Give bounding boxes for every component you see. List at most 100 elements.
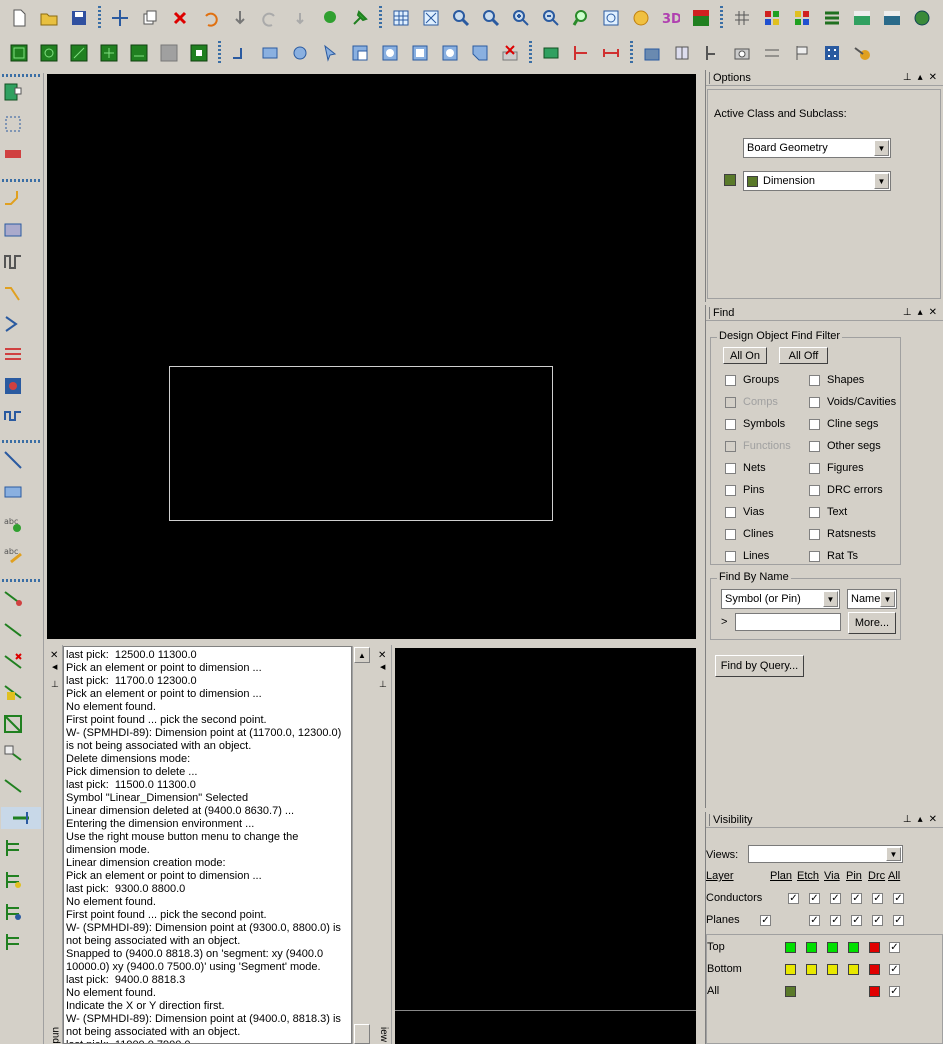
scroll-thumb[interactable] [354, 1024, 370, 1044]
delete-icon[interactable] [169, 7, 191, 29]
color-swatch[interactable] [806, 964, 817, 975]
shape-icon[interactable] [439, 42, 461, 64]
edit-text-icon[interactable]: abc [2, 543, 24, 565]
color-swatch[interactable] [806, 942, 817, 953]
rect-icon[interactable] [259, 42, 281, 64]
chevron-left-icon[interactable]: ◀ [380, 663, 385, 671]
dim-12-icon[interactable] [2, 931, 24, 953]
find-filter-vias[interactable]: Vias [725, 506, 764, 518]
checkbox[interactable] [725, 462, 736, 474]
close-icon[interactable]: ✕ [929, 307, 937, 318]
cm-icon[interactable] [821, 7, 843, 29]
odb-icon[interactable] [641, 42, 663, 64]
checkbox[interactable] [809, 550, 820, 562]
pin-icon[interactable]: ⊥ [51, 679, 59, 690]
dim-10-icon[interactable] [2, 869, 24, 891]
collapse-icon[interactable]: ▴ [918, 72, 923, 83]
plan-header[interactable]: Plan [770, 870, 792, 882]
zoom-points-icon[interactable] [450, 7, 472, 29]
chevron-left-icon[interactable]: ◀ [52, 663, 57, 671]
route-grid-icon[interactable] [2, 375, 24, 397]
route-icon[interactable] [2, 187, 24, 209]
refresh-icon[interactable] [630, 7, 652, 29]
3d-icon[interactable]: 3D [660, 7, 682, 29]
dim-8-icon[interactable] [1, 807, 41, 829]
worldview-tab-label[interactable]: iew [378, 1027, 389, 1042]
dim-7-icon[interactable] [2, 775, 24, 797]
dim-4-icon[interactable] [2, 681, 24, 703]
find-filter-clines[interactable]: Clines [725, 528, 774, 540]
visibility-checkbox[interactable]: ✓ [851, 893, 862, 904]
color-swatch[interactable] [827, 942, 838, 953]
find-filter-groups[interactable]: Groups [725, 374, 779, 386]
visibility-checkbox[interactable]: ✓ [872, 893, 883, 904]
checkbox[interactable] [809, 418, 820, 430]
find-filter-cline-segs[interactable]: Cline segs [809, 418, 878, 430]
pin-icon[interactable]: ⊥ [379, 679, 387, 690]
color-swatch[interactable] [869, 986, 880, 997]
color-swatch[interactable] [785, 942, 796, 953]
all-on-button[interactable]: All On [723, 347, 767, 364]
zoom-in-2-icon[interactable] [510, 7, 532, 29]
square-icon[interactable] [409, 42, 431, 64]
pin-icon[interactable]: ⊥ [903, 307, 912, 318]
board-3-icon[interactable] [68, 42, 90, 64]
checkbox[interactable] [725, 528, 736, 540]
chevron-down-icon[interactable]: ▼ [880, 591, 895, 607]
checkbox[interactable] [725, 418, 736, 430]
color-swatch[interactable] [785, 986, 796, 997]
script-icon[interactable] [701, 42, 723, 64]
lines-icon[interactable] [2, 343, 24, 365]
layer-header[interactable]: Layer [706, 870, 734, 882]
dim-11-icon[interactable] [2, 901, 24, 923]
arc-icon[interactable] [379, 42, 401, 64]
color-icon[interactable] [761, 7, 783, 29]
via-header[interactable]: Via [824, 870, 840, 882]
fillet-icon[interactable] [349, 42, 371, 64]
find-filter-text[interactable]: Text [809, 506, 847, 518]
visibility-checkbox[interactable]: ✓ [893, 915, 904, 926]
find-filter-ratsnests[interactable]: Ratsnests [809, 528, 876, 540]
checkbox[interactable] [725, 506, 736, 518]
pin-icon[interactable]: ⊥ [903, 814, 912, 825]
done-icon[interactable] [319, 7, 341, 29]
layers-icon[interactable] [791, 7, 813, 29]
chevron-down-icon[interactable]: ▼ [874, 140, 889, 156]
dim-1-icon[interactable] [2, 587, 24, 609]
visibility-checkbox[interactable]: ✓ [830, 915, 841, 926]
console-scrollbar[interactable]: ▲ [352, 646, 370, 1044]
board-5-icon[interactable] [128, 42, 150, 64]
collapse-icon[interactable]: ▴ [918, 307, 923, 318]
color-swatch[interactable] [869, 964, 880, 975]
measure-icon[interactable] [570, 42, 592, 64]
flip-icon[interactable] [690, 7, 712, 29]
drc-header[interactable]: Drc [868, 870, 885, 882]
globe-icon[interactable] [911, 7, 933, 29]
copy-icon[interactable] [139, 7, 161, 29]
visibility-checkbox[interactable]: ✓ [809, 915, 820, 926]
find-name-input[interactable] [735, 613, 841, 631]
find-mode-select[interactable]: Name ▼ [847, 589, 897, 609]
dim-3-icon[interactable] [2, 651, 24, 673]
redo-down-2-icon[interactable] [289, 7, 311, 29]
pin-header[interactable]: Pin [846, 870, 862, 882]
color-swatch[interactable] [848, 964, 859, 975]
visibility-checkbox[interactable]: ✓ [889, 986, 900, 997]
redo-down-icon[interactable] [229, 7, 251, 29]
visibility-checkbox[interactable]: ✓ [893, 893, 904, 904]
zoom-out-icon[interactable] [540, 7, 562, 29]
visibility-checkbox[interactable]: ✓ [872, 915, 883, 926]
zoom-fit-icon[interactable] [420, 7, 442, 29]
visibility-checkbox[interactable]: ✓ [809, 893, 820, 904]
matrix-icon[interactable] [821, 42, 843, 64]
checkbox[interactable] [809, 528, 820, 540]
new-file-icon[interactable] [8, 7, 30, 29]
visibility-checkbox[interactable]: ✓ [889, 942, 900, 953]
close-icon[interactable]: ✕ [50, 650, 58, 661]
collapse-icon[interactable]: ▴ [918, 814, 923, 825]
subclass-select[interactable]: Dimension ▼ [743, 171, 891, 191]
unplaced-icon[interactable] [2, 113, 24, 135]
slide-icon[interactable] [2, 219, 24, 241]
chevron-down-icon[interactable]: ▼ [874, 173, 889, 189]
board-1-icon[interactable] [8, 42, 30, 64]
